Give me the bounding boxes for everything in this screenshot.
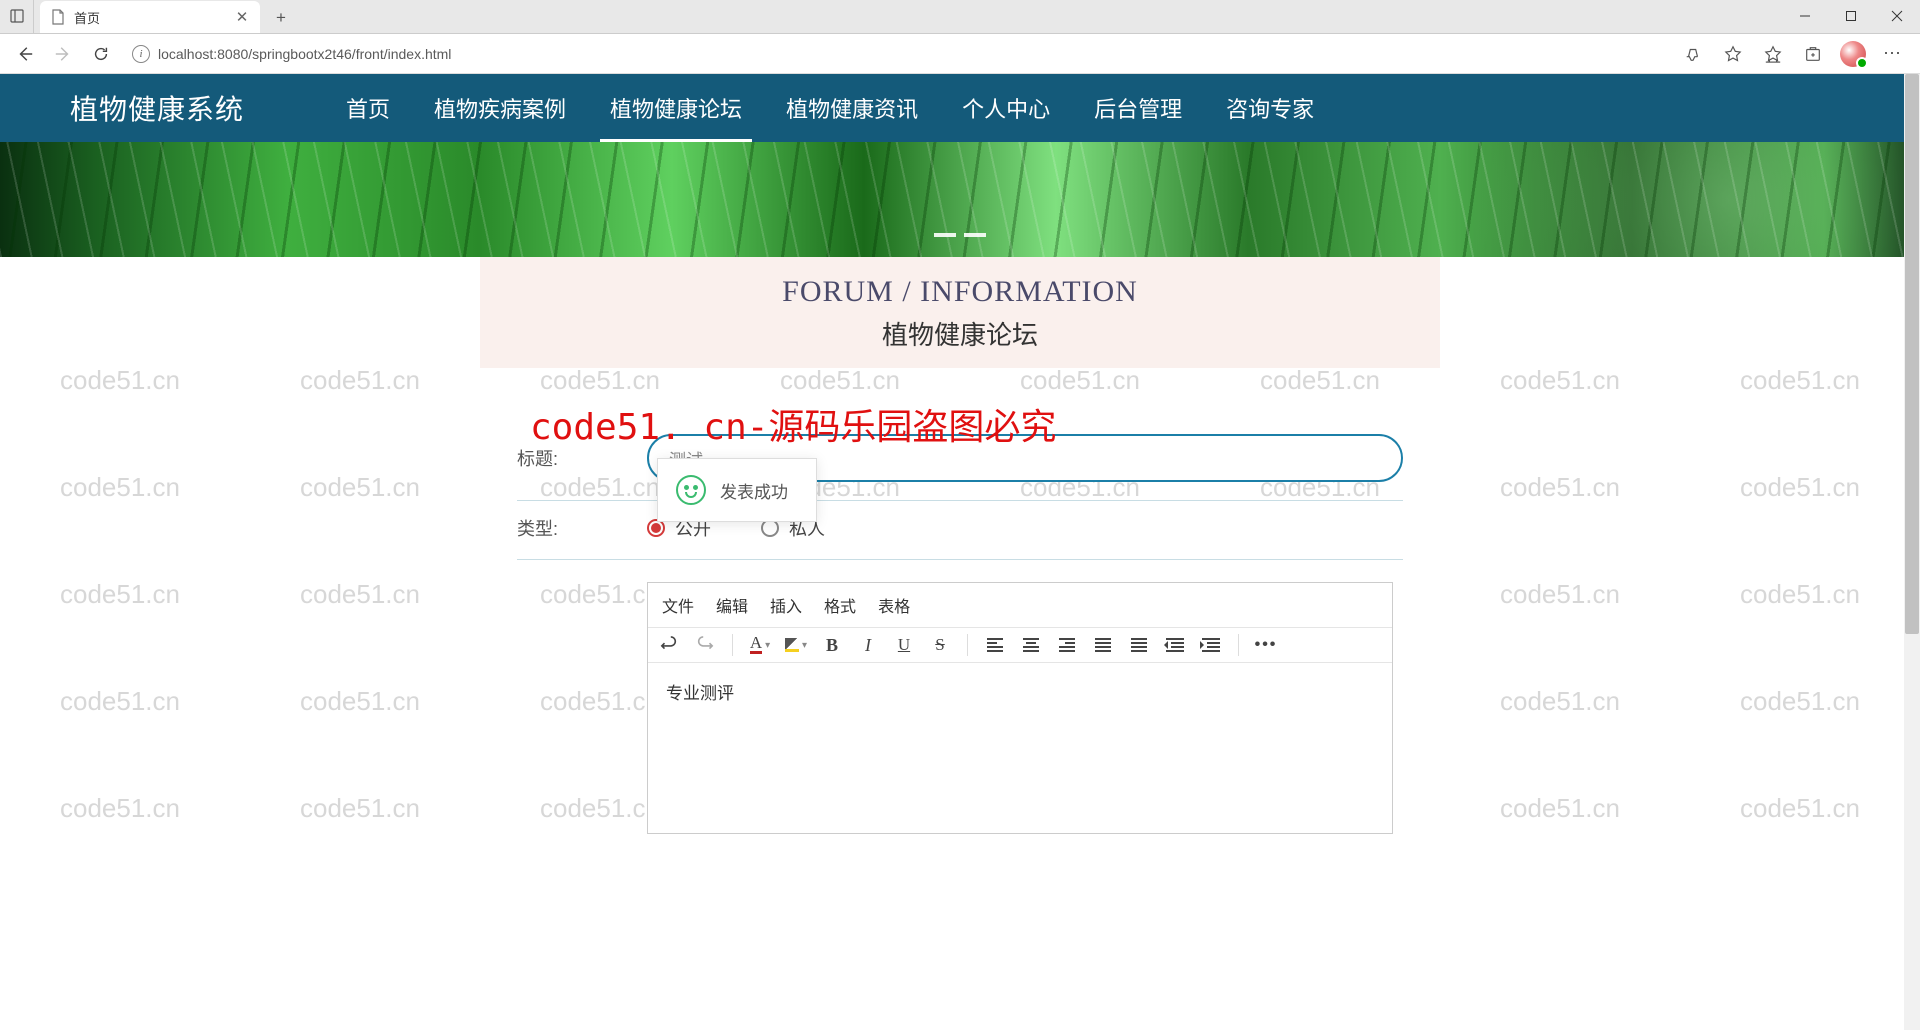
section-header: FORUM / INFORMATION 植物健康论坛 [480, 257, 1440, 368]
window-minimize-button[interactable] [1782, 0, 1828, 33]
nav-link-profile[interactable]: 个人中心 [940, 74, 1072, 142]
menu-insert[interactable]: 插入 [770, 593, 802, 617]
indent-button[interactable] [1200, 634, 1222, 656]
nav-links: 首页 植物疾病案例 植物健康论坛 植物健康资讯 个人中心 后台管理 咨询专家 [324, 74, 1336, 142]
menu-format[interactable]: 格式 [824, 593, 856, 617]
carousel-dots[interactable] [934, 233, 986, 237]
window-maximize-button[interactable] [1828, 0, 1874, 33]
address-bar: i localhost:8080/springbootx2t46/front/i… [0, 34, 1920, 74]
rich-text-editor: 文件 编辑 插入 格式 表格 A▾ ▾ B I U S ••• [647, 582, 1393, 834]
vertical-scrollbar[interactable] [1904, 74, 1920, 1030]
smile-icon [676, 475, 706, 505]
nav-link-news[interactable]: 植物健康资讯 [764, 74, 940, 142]
redo-button[interactable] [694, 634, 716, 656]
post-form: 标题: 类型: 公开 私人 文件 编辑 插入 格式 表格 A▾ [517, 420, 1403, 834]
title-label: 标题: [517, 445, 647, 471]
url-field[interactable]: i localhost:8080/springbootx2t46/front/i… [122, 39, 1670, 69]
underline-button[interactable]: U [893, 634, 915, 656]
editor-content[interactable]: 专业测评 [648, 663, 1392, 833]
outdent-button[interactable] [1164, 634, 1186, 656]
text-color-button[interactable]: A▾ [749, 634, 771, 656]
more-button[interactable]: ••• [1255, 634, 1277, 656]
site-info-icon[interactable]: i [132, 45, 150, 63]
collections-button[interactable] [1794, 37, 1832, 71]
align-left-button[interactable] [984, 634, 1006, 656]
browser-tab-bar: 首页 ✕ + [0, 0, 1920, 34]
highlight-button[interactable]: ▾ [785, 634, 807, 656]
type-label: 类型: [517, 515, 647, 541]
align-justify2-button[interactable] [1128, 634, 1150, 656]
page-icon [50, 9, 66, 25]
favorites-bar-button[interactable] [1754, 37, 1792, 71]
editor-menu-bar: 文件 编辑 插入 格式 表格 [648, 583, 1392, 628]
new-tab-button[interactable]: + [266, 3, 296, 33]
editor-toolbar: A▾ ▾ B I U S ••• [648, 628, 1392, 663]
profile-avatar[interactable] [1840, 41, 1866, 67]
window-close-button[interactable] [1874, 0, 1920, 33]
align-justify-button[interactable] [1092, 634, 1114, 656]
section-title-en: FORUM / INFORMATION [480, 275, 1440, 309]
scrollbar-thumb[interactable] [1905, 74, 1919, 634]
italic-button[interactable]: I [857, 634, 879, 656]
menu-table[interactable]: 表格 [878, 593, 910, 617]
nav-link-consult[interactable]: 咨询专家 [1204, 74, 1336, 142]
undo-button[interactable] [658, 634, 680, 656]
favorite-button[interactable] [1714, 37, 1752, 71]
browser-tab[interactable]: 首页 ✕ [40, 1, 260, 33]
bold-button[interactable]: B [821, 634, 843, 656]
nav-link-cases[interactable]: 植物疾病案例 [412, 74, 588, 142]
section-title-cn: 植物健康论坛 [480, 315, 1440, 352]
site-logo[interactable]: 植物健康系统 [70, 88, 244, 128]
tab-title: 首页 [74, 8, 226, 27]
align-center-button[interactable] [1020, 634, 1042, 656]
success-toast: 发表成功 [657, 458, 817, 522]
tab-close-button[interactable]: ✕ [234, 9, 250, 25]
toast-message: 发表成功 [720, 478, 788, 503]
nav-link-forum[interactable]: 植物健康论坛 [588, 74, 764, 142]
tab-actions-button[interactable] [0, 0, 34, 33]
forward-button[interactable] [46, 37, 80, 71]
menu-button[interactable]: ⋯ [1874, 37, 1912, 71]
align-right-button[interactable] [1056, 634, 1078, 656]
site-nav: 植物健康系统 首页 植物疾病案例 植物健康论坛 植物健康资讯 个人中心 后台管理… [0, 74, 1920, 142]
url-text: localhost:8080/springbootx2t46/front/ind… [158, 46, 451, 62]
strikethrough-button[interactable]: S [929, 634, 951, 656]
refresh-button[interactable] [84, 37, 118, 71]
read-aloud-button[interactable] [1674, 37, 1712, 71]
nav-link-admin[interactable]: 后台管理 [1072, 74, 1204, 142]
menu-edit[interactable]: 编辑 [716, 593, 748, 617]
back-button[interactable] [8, 37, 42, 71]
nav-link-home[interactable]: 首页 [324, 74, 412, 142]
hero-banner [0, 142, 1920, 257]
menu-file[interactable]: 文件 [662, 593, 694, 617]
